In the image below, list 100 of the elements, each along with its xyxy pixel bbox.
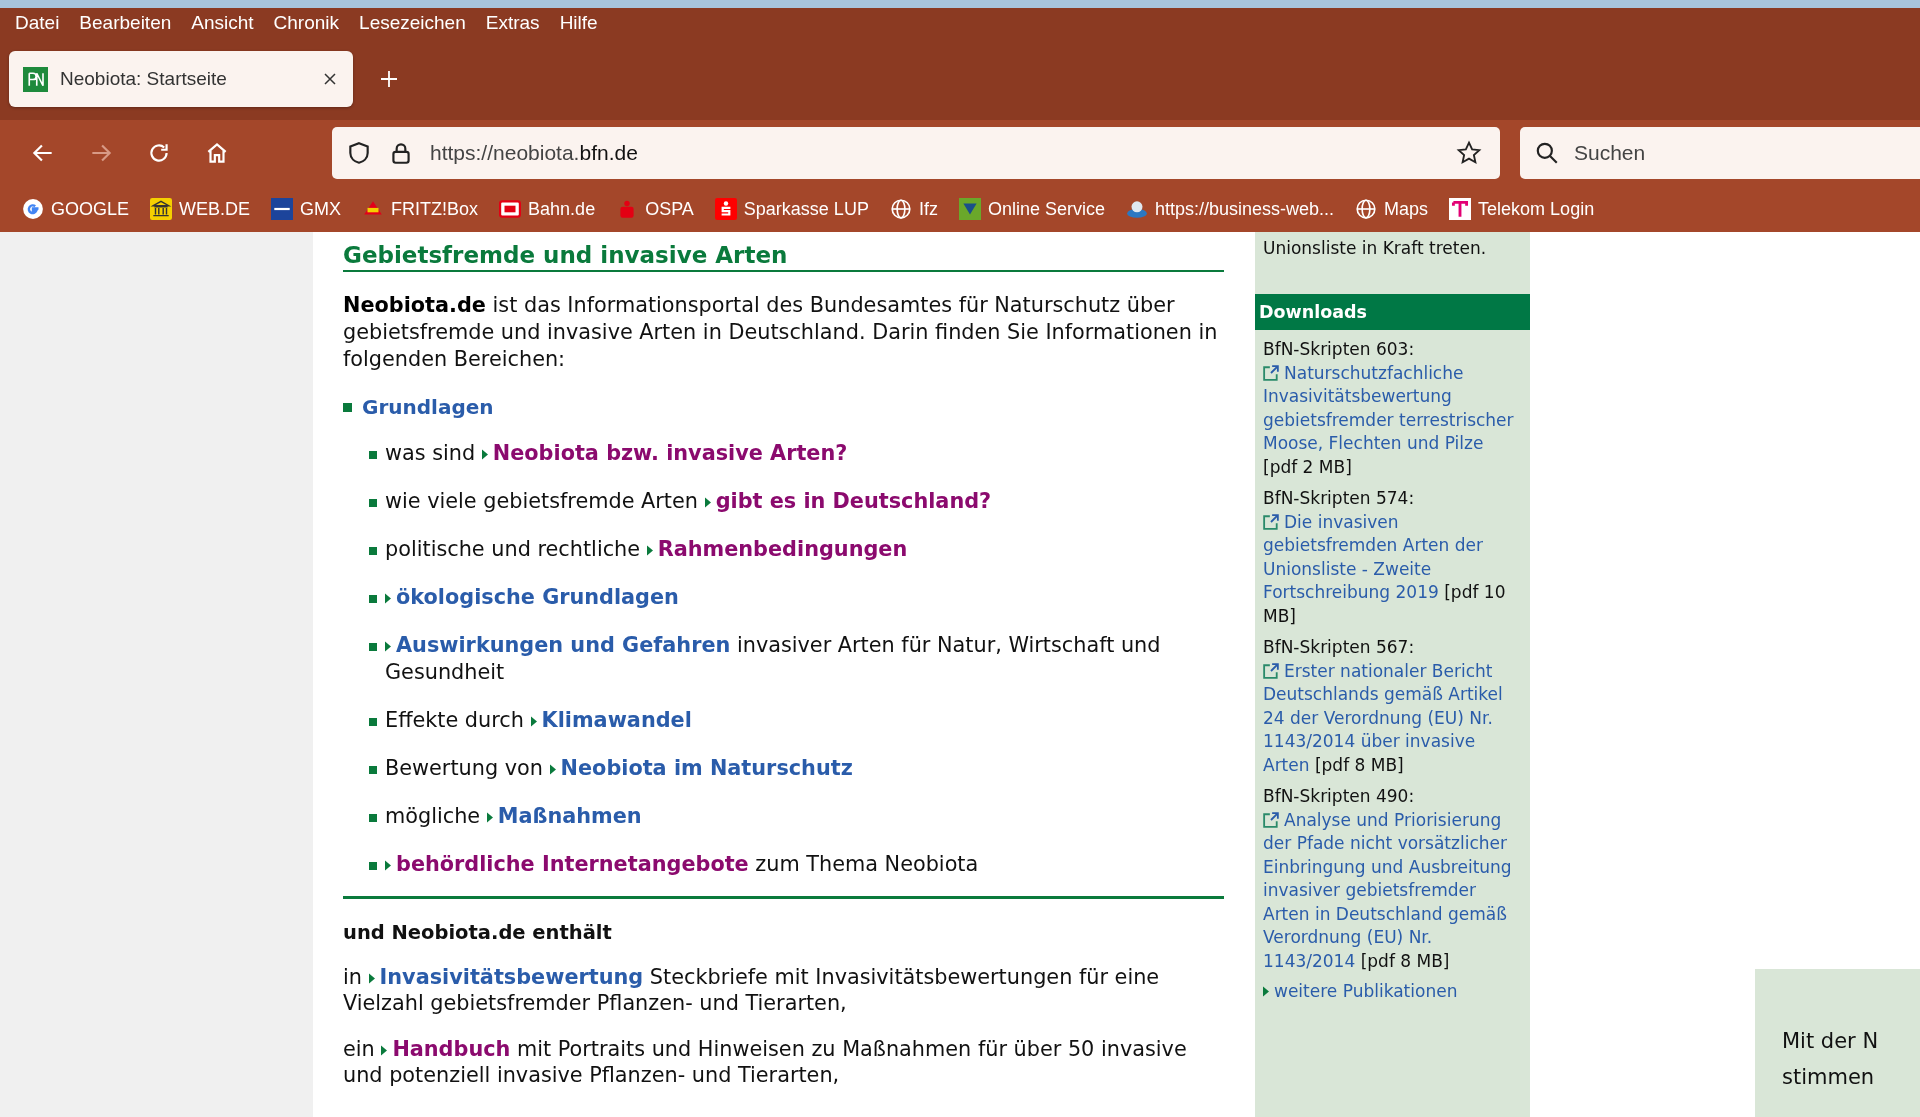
section-link[interactable]: Grundlagen xyxy=(362,395,494,419)
menu-item[interactable]: Bearbeiten xyxy=(79,12,172,34)
menu-item[interactable]: Lesezeichen xyxy=(359,12,466,34)
search-field[interactable]: Suchen xyxy=(1520,127,1920,179)
bookmark-item[interactable]: Ifz xyxy=(889,198,938,220)
topic-link[interactable]: ökologische Grundlagen xyxy=(396,585,679,609)
bullet-icon xyxy=(369,814,377,822)
bullet-icon xyxy=(343,402,352,412)
item-text: behördliche Internetangebote zum Thema Neobiota xyxy=(385,851,1224,878)
download-link[interactable]: Analyse und Priorisierung der Pfade nicht vorsätzlicher Einbringung und Ausbreitung invasiver gebietsfremder Arten in Deutschland gemäß Verordnung (EU) Nr. 1143/2014 [pdf 8 MB] xyxy=(1263,808,1522,973)
menu-item[interactable]: Chronik xyxy=(273,12,340,34)
search-icon xyxy=(1534,140,1560,166)
bookmark-item[interactable]: Bahn.de xyxy=(499,198,596,220)
link-arrow-icon xyxy=(481,449,488,460)
link-arrow-icon xyxy=(704,497,711,508)
item-text: Effekte durch Klimawandel xyxy=(385,707,693,734)
menu-item[interactable]: Extras xyxy=(485,12,540,34)
cookie-text: stimmen xyxy=(1782,1064,1876,1091)
bookmark-item[interactable]: Sparkasse LUP xyxy=(714,198,869,220)
topic-link[interactable]: Klimawandel xyxy=(541,708,692,732)
series-label: BfN-Skripten 490: xyxy=(1263,785,1416,808)
page-heading: Gebietsfremde und invasive Arten xyxy=(343,242,1224,272)
bookmark-item[interactable]: FRITZ!Box xyxy=(362,198,479,220)
download-link[interactable]: Erster nationaler Bericht Deutschlands gemäß Artikel 24 der Verordnung (EU) Nr. 1143/2014 über invasive Arten [pdf 8 MB] xyxy=(1263,659,1522,777)
close-icon[interactable] xyxy=(323,72,337,86)
globe-icon xyxy=(889,198,912,220)
topic-link[interactable]: Neobiota bzw. invasive Arten? xyxy=(492,441,848,465)
bullet-icon xyxy=(369,766,377,774)
topic-link[interactable]: Maßnahmen xyxy=(497,804,642,828)
link-arrow-icon xyxy=(385,860,391,871)
topic-link[interactable]: Neobiota im Naturschutz xyxy=(560,756,853,780)
link-arrow-icon xyxy=(530,716,537,727)
building-icon xyxy=(150,198,173,220)
external-link-icon xyxy=(1263,662,1279,679)
db-logo-icon xyxy=(499,198,522,220)
series-label: BfN-Skripten 574: xyxy=(1263,487,1416,510)
bookmark-item[interactable]: Maps xyxy=(1355,198,1429,220)
external-link-icon xyxy=(1263,513,1279,530)
series-label: BfN-Skripten 567: xyxy=(1263,636,1416,659)
bookmark-item[interactable]: OSPA xyxy=(616,198,694,220)
item-text: mögliche Maßnahmen xyxy=(385,803,643,830)
link-arrow-icon xyxy=(385,593,391,604)
gmx-logo-icon xyxy=(271,198,294,220)
link-arrow-icon xyxy=(381,1045,388,1056)
bookmark-item[interactable]: GOOGLE xyxy=(22,198,130,220)
topic-link[interactable]: Handbuch xyxy=(392,1037,511,1061)
topic-link[interactable]: behördliche Internetangebote xyxy=(396,852,749,876)
link-arrow-icon xyxy=(486,812,493,823)
new-tab-icon[interactable] xyxy=(379,69,399,89)
browser-tab[interactable]: Neobiota: Startseite xyxy=(9,51,353,107)
bullet-icon xyxy=(369,451,377,459)
telekom-logo-icon xyxy=(1449,198,1472,220)
bullet-icon xyxy=(369,547,377,555)
bullet-icon xyxy=(369,643,377,651)
series-label: BfN-Skripten 603: xyxy=(1263,338,1416,361)
address-bar[interactable]: https://neobiota.bfn.de xyxy=(332,127,1500,179)
bullet-icon xyxy=(369,862,377,870)
bookmark-item[interactable]: WEB.DE xyxy=(150,198,251,220)
link-arrow-icon xyxy=(549,764,556,775)
globe-icon xyxy=(1355,198,1378,220)
link-arrow-icon xyxy=(368,973,375,984)
more-link[interactable]: weitere Publikationen xyxy=(1274,981,1458,1001)
bookmark-item[interactable]: Online Service xyxy=(958,198,1105,220)
download-link[interactable]: Die invasiven gebietsfremden Arten der Unionsliste - Zweite Fortschreibung 2019 [pdf 10 MB] xyxy=(1263,510,1522,628)
bullet-icon xyxy=(369,499,377,507)
cookie-text: Mit der N xyxy=(1782,1028,1880,1055)
sidebar-text: Unionsliste in Kraft treten. xyxy=(1262,237,1488,260)
external-link-icon xyxy=(1263,811,1279,828)
link-arrow-icon xyxy=(646,545,653,556)
topic-link[interactable]: Invasivitätsbewertung xyxy=(379,965,644,989)
paragraph-text: ein Handbuch mit Portraits und Hinweisen zu Maßnahmen für über 50 invasive und potenziell invasive Pflanzen- und Tierarten, xyxy=(343,1036,1188,1088)
subheading: und Neobiota.de enthält xyxy=(343,921,613,944)
bookmark-item[interactable]: Telekom Login xyxy=(1449,198,1595,220)
item-text: was sind Neobiota bzw. invasive Arten? xyxy=(385,440,849,467)
bookmark-item[interactable]: https://business-web... xyxy=(1125,198,1335,220)
downloads-header: Downloads xyxy=(1255,294,1530,330)
favicon-icon xyxy=(23,66,48,92)
download-link[interactable]: Naturschutzfachliche Invasivitätsbewertung gebietsfremder terrestrischer Moose, Flechten und Pilze [pdf 2 MB] xyxy=(1263,361,1522,479)
menu-item[interactable]: Datei xyxy=(15,12,60,34)
g-logo-icon xyxy=(22,198,44,220)
link-arrow-icon xyxy=(1263,985,1269,997)
bullet-icon xyxy=(369,718,377,726)
shield-icon[interactable] xyxy=(346,140,372,166)
item-text: wie viele gebietsfremde Arten gibt es in Deutschland? xyxy=(385,488,993,515)
item-text: Bewertung von Neobiota im Naturschutz xyxy=(385,755,854,782)
topic-link[interactable]: gibt es in Deutschland? xyxy=(715,489,992,513)
item-text: politische und rechtliche Rahmenbedingungen xyxy=(385,536,909,563)
item-text: Auswirkungen und Gefahren invasiver Arten für Natur, Wirtschaft und Gesundheit xyxy=(385,632,1162,686)
service-logo-icon xyxy=(958,198,981,220)
topic-link[interactable]: Rahmenbedingungen xyxy=(657,537,908,561)
bookmark-star-icon[interactable] xyxy=(1456,140,1482,166)
bookmark-item[interactable]: GMX xyxy=(271,198,342,220)
intro-paragraph: Neobiota.de ist das Informationsportal des Bundesamtes für Naturschutz über gebietsfremde und invasive Arten in Deutschland. Darin finden Sie Informationen in folgenden Bereichen: xyxy=(343,292,1219,373)
topic-link[interactable]: Auswirkungen und Gefahren xyxy=(396,633,731,657)
savings-logo-icon xyxy=(714,198,737,220)
paragraph-text: in Invasivitätsbewertung Steckbriefe mit Invasivitätsbewertungen für eine Vielzahl gebietsfremder Pflanzen- und Tierarten, xyxy=(343,964,1161,1016)
menu-item[interactable]: Ansicht xyxy=(191,12,254,34)
search-input[interactable]: Suchen xyxy=(1572,140,1876,166)
globe-pin-icon xyxy=(1125,198,1148,220)
menu-item[interactable]: Hilfe xyxy=(559,12,598,34)
